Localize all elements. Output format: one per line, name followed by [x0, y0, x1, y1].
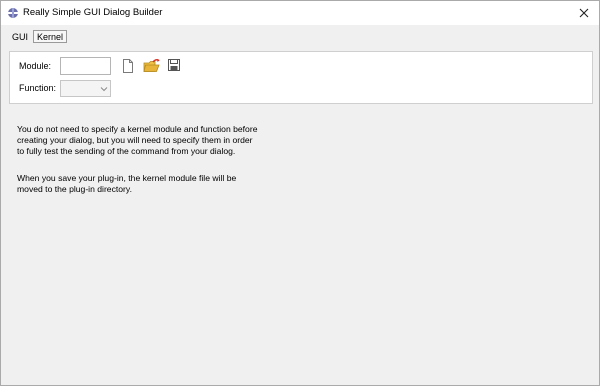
dialog-window: Really Simple GUI Dialog Builder GUI Ker…	[0, 0, 600, 386]
module-label: Module:	[19, 61, 52, 71]
window-title: Really Simple GUI Dialog Builder	[23, 7, 163, 18]
save-disk-icon	[168, 59, 180, 71]
open-file-button[interactable]	[143, 58, 160, 74]
save-file-button[interactable]	[167, 58, 183, 74]
app-icon	[7, 7, 19, 19]
new-file-button[interactable]	[120, 58, 136, 74]
title-bar[interactable]: Really Simple GUI Dialog Builder	[1, 1, 599, 25]
function-label: Function:	[19, 83, 57, 93]
new-file-icon	[123, 59, 133, 73]
open-folder-icon	[143, 58, 160, 72]
function-dropdown[interactable]	[60, 80, 111, 97]
tab-kernel[interactable]: Kernel	[33, 30, 68, 43]
kernel-settings-group: Module: Function:	[9, 51, 593, 104]
tab-gui[interactable]: GUI	[9, 31, 31, 44]
close-button[interactable]	[575, 4, 593, 22]
chevron-down-icon	[97, 81, 110, 96]
close-icon	[579, 8, 589, 18]
module-input[interactable]	[60, 57, 111, 75]
info-paragraph-1: You do not need to specify a kernel modu…	[17, 124, 258, 156]
info-paragraph-2: When you save your plug-in, the kernel m…	[17, 173, 237, 194]
